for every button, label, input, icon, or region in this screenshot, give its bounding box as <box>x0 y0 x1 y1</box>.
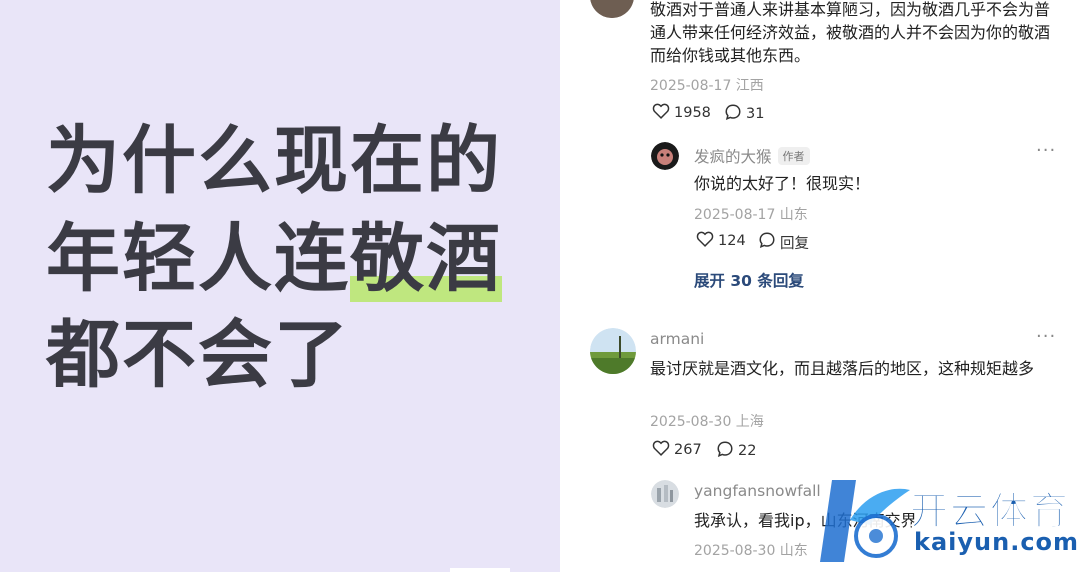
reply-author-avatar[interactable] <box>651 480 679 508</box>
reply-author-name[interactable]: yangfansnowfall <box>694 482 821 500</box>
poster-title-plain: 年轻人连 <box>46 216 350 302</box>
poster-title-line-2: 年轻人连敬酒 <box>46 214 502 304</box>
heart-outline-icon <box>696 231 714 251</box>
watermark-logo: 开云体育 kaiyun.com <box>810 470 1080 572</box>
reply-button[interactable]: 31 <box>724 103 764 125</box>
expand-replies-link[interactable]: 展开 30 条回复 <box>694 269 804 291</box>
reply-reply-label: 回复 <box>780 235 809 252</box>
reply-count: 31 <box>746 106 765 122</box>
like-count: 1958 <box>674 105 711 121</box>
more-dots-icon[interactable]: ··· <box>1036 140 1056 161</box>
author-badge: 作者 <box>777 147 810 165</box>
poster-title-line-1: 为什么现在的 <box>46 118 502 204</box>
watermark-en-text: kaiyun.com <box>914 528 1080 556</box>
heart-outline-icon <box>652 103 670 123</box>
cover-poster: 为什么现在的 年轻人连敬酒 都不会了 <box>0 0 560 572</box>
commenter-avatar[interactable] <box>590 0 634 18</box>
speech-bubble-icon <box>758 231 776 253</box>
comment-text: 敬酒对于普通人来讲基本算陋习，因为敬酒几乎不会为普通人带来任何经济效益，被敬酒的… <box>650 0 1051 65</box>
reply-date-location: 2025-08-17 山东 <box>694 207 808 223</box>
comment-text: 最讨厌就是酒文化，而且越落后的地区，这种规矩越多 <box>650 359 1035 378</box>
speech-bubble-icon <box>716 440 734 462</box>
poster-edge-tab <box>450 568 510 572</box>
comment-date-location: 2025-08-30 上海 <box>650 414 764 430</box>
reply-count: 22 <box>738 443 757 459</box>
like-button[interactable]: 267 <box>652 440 702 460</box>
reply-text: 你说的太好了！很现实！ <box>694 174 871 193</box>
commenter-name[interactable]: armani <box>650 330 704 348</box>
reply-author-name[interactable]: 发疯的大猴 作者 <box>694 145 810 167</box>
like-count: 267 <box>674 442 702 458</box>
kaiyun-logo-icon <box>820 480 910 562</box>
reply-author-avatar[interactable] <box>651 142 679 170</box>
comment-date-location: 2025-08-17 江西 <box>650 78 764 94</box>
reply-button[interactable]: 22 <box>716 440 756 462</box>
like-button[interactable]: 1958 <box>652 103 711 123</box>
poster-title-highlight: 敬酒 <box>350 216 502 302</box>
more-dots-icon[interactable]: ··· <box>1036 326 1056 347</box>
reply-like-count: 124 <box>718 233 746 249</box>
reply-like-button[interactable]: 124 <box>696 231 746 251</box>
poster-title-line-3: 都不会了 <box>46 312 350 398</box>
heart-outline-icon <box>652 440 670 460</box>
speech-bubble-icon <box>724 103 742 125</box>
watermark-cn-text: 开云体育 <box>909 489 1071 534</box>
commenter-avatar[interactable] <box>590 328 636 374</box>
reply-reply-button[interactable]: 回复 <box>758 231 809 253</box>
reply-date-location: 2025-08-30 山东 <box>694 543 808 559</box>
